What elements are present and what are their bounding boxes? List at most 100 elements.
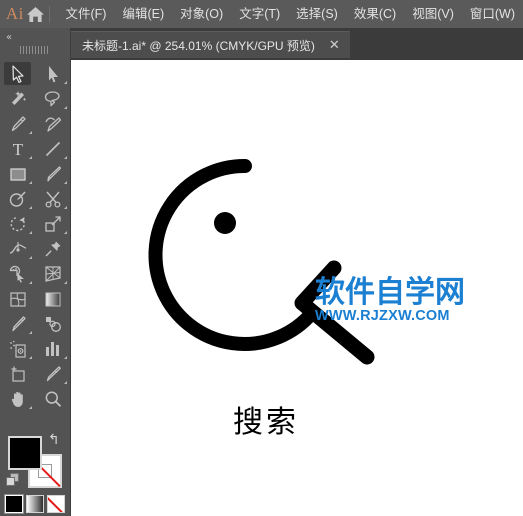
- scale-tool[interactable]: [35, 211, 70, 236]
- rectangle-tool[interactable]: [0, 161, 35, 186]
- tool-row: [0, 236, 70, 261]
- magic-wand-icon: [8, 89, 28, 109]
- tool-more-indicator: [29, 131, 32, 134]
- tool-row: [0, 86, 70, 111]
- menu-window[interactable]: 窗口(W): [462, 0, 523, 28]
- scissors-tool[interactable]: [35, 186, 70, 211]
- curvature-tool[interactable]: [35, 111, 70, 136]
- line-segment-tool[interactable]: [35, 136, 70, 161]
- document-tab[interactable]: 未标题-1.ai* @ 254.01% (CMYK/GPU 预览) ✕: [70, 31, 350, 58]
- shaper-tool[interactable]: [0, 186, 35, 211]
- search-magnifier-artwork[interactable]: [70, 60, 523, 516]
- gradient-tool[interactable]: [35, 286, 70, 311]
- eyedropper-tool[interactable]: [0, 311, 35, 336]
- menu-object[interactable]: 对象(O): [172, 0, 231, 28]
- symbol-sprayer-tool[interactable]: [0, 336, 35, 361]
- tool-more-indicator: [64, 281, 67, 284]
- menu-divider: [48, 5, 50, 23]
- magnifier-dot: [214, 212, 236, 234]
- artwork-label[interactable]: 搜索: [233, 397, 299, 441]
- selection-arrow-icon: [8, 64, 28, 84]
- menu-item-list: 文件(F) 编辑(E) 对象(O) 文字(T) 选择(S) 效果(C) 视图(V…: [58, 0, 523, 28]
- menu-select[interactable]: 选择(S): [288, 0, 346, 28]
- tool-more-indicator: [64, 181, 67, 184]
- pen-tool[interactable]: [0, 111, 35, 136]
- blend-icon: [43, 314, 63, 334]
- document-tab-bar: 未标题-1.ai* @ 254.01% (CMYK/GPU 预览) ✕: [0, 28, 523, 60]
- tool-more-indicator: [64, 156, 67, 159]
- tool-row: [0, 386, 70, 411]
- shape-builder-tool[interactable]: [0, 261, 35, 286]
- fill-stroke-controls: ↰: [0, 428, 70, 488]
- slice-knife-icon: [43, 364, 63, 384]
- type-T-icon: T: [8, 139, 28, 159]
- paintbrush-tool[interactable]: [35, 161, 70, 186]
- panel-drag-handle[interactable]: [20, 46, 50, 54]
- tool-row: [0, 211, 70, 236]
- slice-tool[interactable]: [35, 361, 70, 386]
- color-swatch[interactable]: [4, 494, 25, 514]
- menu-file[interactable]: 文件(F): [58, 0, 115, 28]
- color-mode-swatches: [0, 491, 70, 516]
- paintbrush-icon: [43, 164, 63, 184]
- menu-view[interactable]: 视图(V): [404, 0, 462, 28]
- default-fill-stroke-icon[interactable]: [6, 473, 19, 486]
- home-icon[interactable]: [26, 6, 45, 23]
- tool-row: [0, 161, 70, 186]
- tool-more-indicator: [64, 381, 67, 384]
- magnifier-ring: [148, 158, 319, 351]
- tool-more-indicator: [64, 231, 67, 234]
- tool-row: [0, 361, 70, 386]
- tool-more-indicator: [64, 81, 67, 84]
- lasso-icon: [43, 89, 63, 109]
- mesh-icon: [8, 289, 28, 309]
- none-swatch[interactable]: [46, 495, 65, 513]
- curvature-pen-icon: [43, 114, 63, 134]
- perspective-grid-tool[interactable]: [35, 261, 70, 286]
- blend-tool[interactable]: [35, 311, 70, 336]
- rotate-tool[interactable]: [0, 211, 35, 236]
- svg-text:T: T: [12, 140, 23, 159]
- artboard-canvas[interactable]: 软件自学网 WWW.RJZXW.COM 搜索: [70, 60, 523, 516]
- tools-panel: « T ↰: [0, 28, 71, 516]
- width-icon: [8, 239, 28, 259]
- artboard-tool[interactable]: [0, 361, 35, 386]
- line-icon: [43, 139, 63, 159]
- close-icon[interactable]: ✕: [329, 39, 340, 52]
- menu-effect[interactable]: 效果(C): [346, 0, 404, 28]
- swap-fill-stroke-icon[interactable]: ↰: [48, 432, 60, 448]
- column-graph-tool[interactable]: [35, 336, 70, 361]
- bar-chart-icon: [43, 339, 63, 359]
- menu-edit[interactable]: 编辑(E): [114, 0, 172, 28]
- tool-row: [0, 286, 70, 311]
- menu-bar: Ai 文件(F) 编辑(E) 对象(O) 文字(T) 选择(S) 效果(C) 视…: [0, 0, 523, 28]
- tool-more-indicator: [29, 206, 32, 209]
- document-tab-label: 未标题-1.ai* @ 254.01% (CMYK/GPU 预览): [82, 38, 315, 53]
- selection-tool[interactable]: [0, 61, 35, 86]
- magic-wand-tool[interactable]: [0, 86, 35, 111]
- rectangle-icon: [8, 164, 28, 184]
- tool-more-indicator: [64, 106, 67, 109]
- magnifier-chevron: [294, 260, 375, 365]
- gradient-swatch[interactable]: [25, 495, 44, 513]
- tool-row: [0, 336, 70, 361]
- fill-swatch[interactable]: [8, 436, 42, 470]
- rotate-arrow-icon: [8, 214, 28, 234]
- zoom-tool[interactable]: [35, 386, 70, 411]
- lasso-tool[interactable]: [35, 86, 70, 111]
- free-transform-tool[interactable]: [35, 236, 70, 261]
- tool-more-indicator: [29, 356, 32, 359]
- direct-selection-tool[interactable]: [35, 61, 70, 86]
- illustrator-window: Ai 文件(F) 编辑(E) 对象(O) 文字(T) 选择(S) 效果(C) 视…: [0, 0, 523, 516]
- hand-tool[interactable]: [0, 386, 35, 411]
- width-tool[interactable]: [0, 236, 35, 261]
- mesh-tool[interactable]: [0, 286, 35, 311]
- tool-row: T: [0, 136, 70, 161]
- menu-type[interactable]: 文字(T): [231, 0, 288, 28]
- tool-more-indicator: [29, 281, 32, 284]
- illustrator-logo: Ai: [5, 4, 24, 23]
- type-tool[interactable]: T: [0, 136, 35, 161]
- artboard-icon: [8, 364, 28, 384]
- tool-more-indicator: [29, 231, 32, 234]
- collapse-panel-icon[interactable]: «: [6, 32, 12, 43]
